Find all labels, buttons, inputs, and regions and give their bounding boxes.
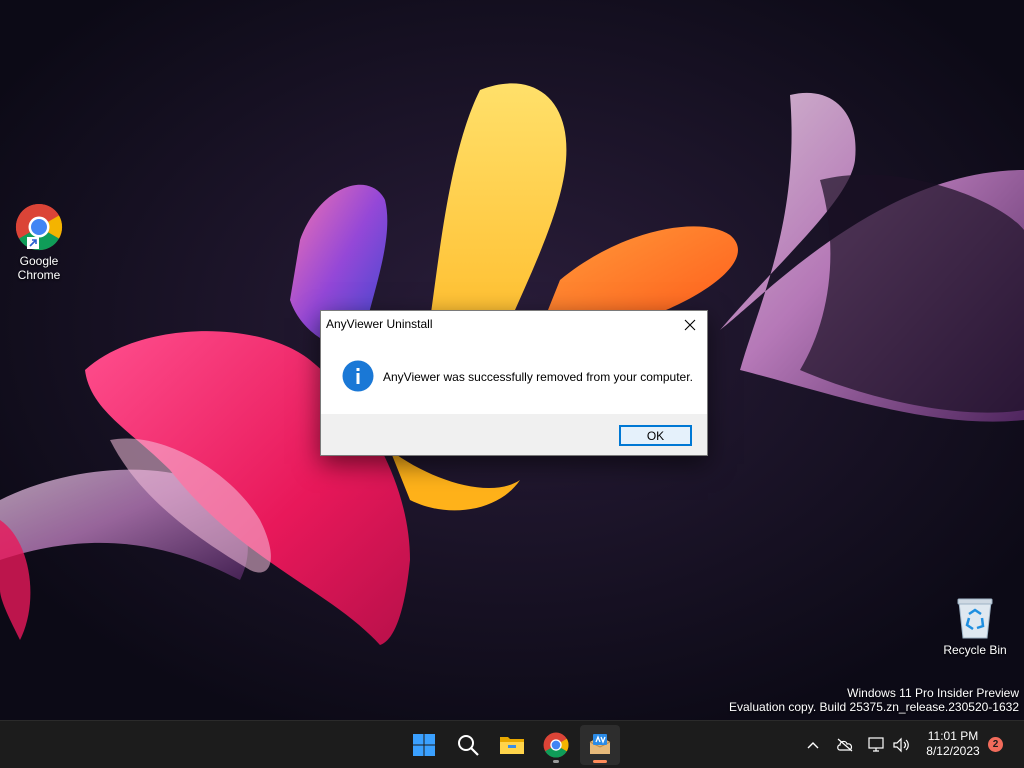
cloud-offline-icon bbox=[837, 738, 853, 752]
dialog-footer: OK bbox=[321, 414, 707, 455]
notification-badge[interactable]: 2 bbox=[988, 737, 1003, 752]
recycle-bin-icon bbox=[957, 598, 993, 639]
start-icon bbox=[413, 734, 435, 756]
clock-time: 11:01 PM bbox=[927, 729, 979, 743]
show-hidden-icons-button[interactable] bbox=[802, 733, 824, 757]
close-icon bbox=[684, 319, 696, 331]
desktop-icon-google-chrome[interactable]: Google Chrome bbox=[1, 203, 77, 282]
desktop: Google Chrome Recycle Bin Windows 11 Pro… bbox=[0, 0, 1024, 720]
onedrive-status-button[interactable] bbox=[834, 733, 856, 757]
active-indicator bbox=[593, 760, 607, 763]
search-button[interactable] bbox=[448, 725, 488, 765]
watermark-line-2: Evaluation copy. Build 25375.zn_release.… bbox=[729, 700, 1019, 714]
close-button[interactable] bbox=[673, 311, 707, 339]
dialog-title: AnyViewer Uninstall bbox=[326, 317, 433, 331]
network-button[interactable] bbox=[866, 733, 888, 757]
watermark-line-1: Windows 11 Pro Insider Preview bbox=[847, 686, 1019, 700]
network-icon bbox=[868, 737, 884, 752]
clock-button[interactable]: 11:01 PM 8/12/2023 bbox=[918, 729, 988, 759]
search-icon bbox=[458, 735, 479, 756]
file-explorer-button[interactable] bbox=[492, 725, 532, 765]
chevron-up-icon bbox=[807, 742, 819, 749]
start-button[interactable] bbox=[404, 725, 444, 765]
anyviewer-taskbar-button[interactable] bbox=[580, 725, 620, 765]
clock-date: 8/12/2023 bbox=[926, 744, 980, 758]
volume-icon bbox=[893, 737, 909, 753]
info-icon bbox=[342, 360, 374, 392]
running-indicator bbox=[553, 760, 559, 763]
chrome-icon bbox=[543, 732, 569, 758]
dialog-titlebar[interactable]: AnyViewer Uninstall bbox=[321, 311, 707, 339]
evaluation-watermark: Windows 11 Pro Insider Preview Evaluatio… bbox=[729, 686, 1019, 714]
desktop-icon-label: Google Chrome bbox=[17, 254, 61, 282]
anyviewer-icon bbox=[589, 734, 611, 754]
taskbar: 11:01 PM 8/12/2023 2 bbox=[0, 720, 1024, 768]
chrome-icon bbox=[15, 203, 63, 251]
chrome-taskbar-button[interactable] bbox=[536, 725, 576, 765]
dialog-body: AnyViewer was successfully removed from … bbox=[321, 339, 707, 414]
ok-button[interactable]: OK bbox=[619, 425, 692, 446]
desktop-icon-label: Recycle Bin bbox=[943, 643, 1007, 657]
volume-button[interactable] bbox=[890, 733, 912, 757]
dialog-message: AnyViewer was successfully removed from … bbox=[383, 370, 693, 384]
uninstall-dialog: AnyViewer Uninstall AnyViewer was succes… bbox=[320, 310, 708, 456]
desktop-icon-recycle-bin[interactable]: Recycle Bin bbox=[937, 596, 1013, 657]
file-explorer-icon bbox=[500, 737, 524, 754]
